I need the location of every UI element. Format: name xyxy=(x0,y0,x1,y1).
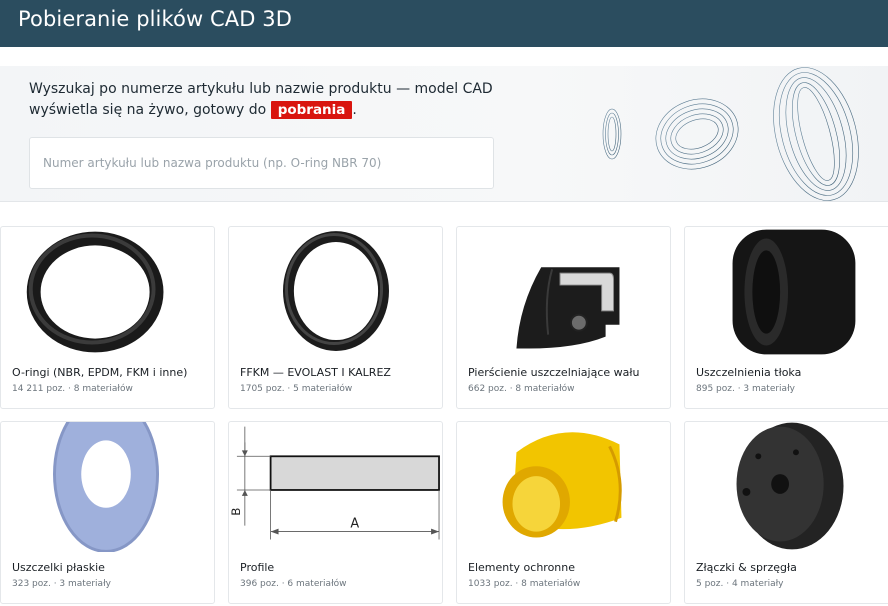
shaft-seal-image xyxy=(516,267,620,349)
hero-line-2-suffix: . xyxy=(352,102,357,118)
hero-line-2: wyświetla się na żywo, gotowy do xyxy=(29,102,267,118)
category-card-couplings[interactable]: Złączki & sprzęgła 5 poz. · 4 materiały xyxy=(684,421,888,604)
oring-thin-image xyxy=(282,231,389,351)
category-title: Uszczelki płaskie xyxy=(12,561,105,574)
hero-section: Wyszukaj po numerze artykułu lub nazwie … xyxy=(0,66,888,202)
page-title: Pobieranie plików CAD 3D xyxy=(18,7,293,31)
category-card-protective[interactable]: Elementy ochronne 1033 poz. · 8 materiał… xyxy=(456,421,671,604)
category-title: Złączki & sprzęgła xyxy=(696,561,797,574)
category-meta: 1033 poz. · 8 materiałów xyxy=(468,579,581,589)
category-title: FFKM — EVOLAST I KALREZ xyxy=(240,366,391,379)
profile-drawing-image: A B xyxy=(229,426,440,540)
category-card-flat-gaskets[interactable]: Uszczelki płaskie 323 poz. · 3 materiały xyxy=(0,421,215,604)
wireframe-orings-illustration xyxy=(602,67,859,201)
category-title: Pierścienie uszczelniające wału xyxy=(468,366,640,379)
yellow-cap-image xyxy=(502,432,622,538)
category-meta: 1705 poz. · 5 materiałów xyxy=(240,384,353,394)
hero-text: Wyszukaj po numerze artykułu lub nazwie … xyxy=(29,79,499,121)
category-title: Profile xyxy=(240,561,275,574)
category-card-ffkm[interactable]: FFKM — EVOLAST I KALREZ 1705 poz. · 5 ma… xyxy=(228,226,443,409)
category-meta: 895 poz. · 3 materiały xyxy=(696,384,795,394)
category-meta: 323 poz. · 3 materiały xyxy=(12,579,111,589)
category-meta: 662 poz. · 8 materiałów xyxy=(468,384,575,394)
category-meta: 5 poz. · 4 materiały xyxy=(696,579,784,589)
coupling-image xyxy=(736,422,844,550)
category-title: Elementy ochronne xyxy=(468,561,576,574)
dimension-b-label: B xyxy=(229,508,243,516)
category-card-shaft-seals[interactable]: Pierścienie uszczelniające wału 662 poz.… xyxy=(456,226,671,409)
category-meta: 396 poz. · 6 materiałów xyxy=(240,579,347,589)
dimension-a-label: A xyxy=(350,517,359,532)
flat-gasket-image xyxy=(53,422,160,552)
category-title: Uszczelnienia tłoka xyxy=(696,366,802,379)
category-title: O-ringi (NBR, EPDM, FKM i inne) xyxy=(12,366,188,379)
category-card-profiles[interactable]: A B Profile 396 poz. · 6 materiałów xyxy=(228,421,443,604)
oring-image xyxy=(26,231,164,353)
category-card-orings[interactable]: O-ringi (NBR, EPDM, FKM i inne) 14 211 p… xyxy=(0,226,215,409)
hero-line-1: Wyszukaj po numerze artykułu lub nazwie … xyxy=(29,81,493,97)
search-input[interactable] xyxy=(29,137,494,189)
highlight-badge: pobrania xyxy=(270,101,353,119)
piston-seal-image xyxy=(732,229,856,355)
top-bar: Pobieranie plików CAD 3D xyxy=(0,0,888,47)
category-meta: 14 211 poz. · 8 materiałów xyxy=(12,384,133,394)
category-card-piston-seals[interactable]: Uszczelnienia tłoka 895 poz. · 3 materia… xyxy=(684,226,888,409)
